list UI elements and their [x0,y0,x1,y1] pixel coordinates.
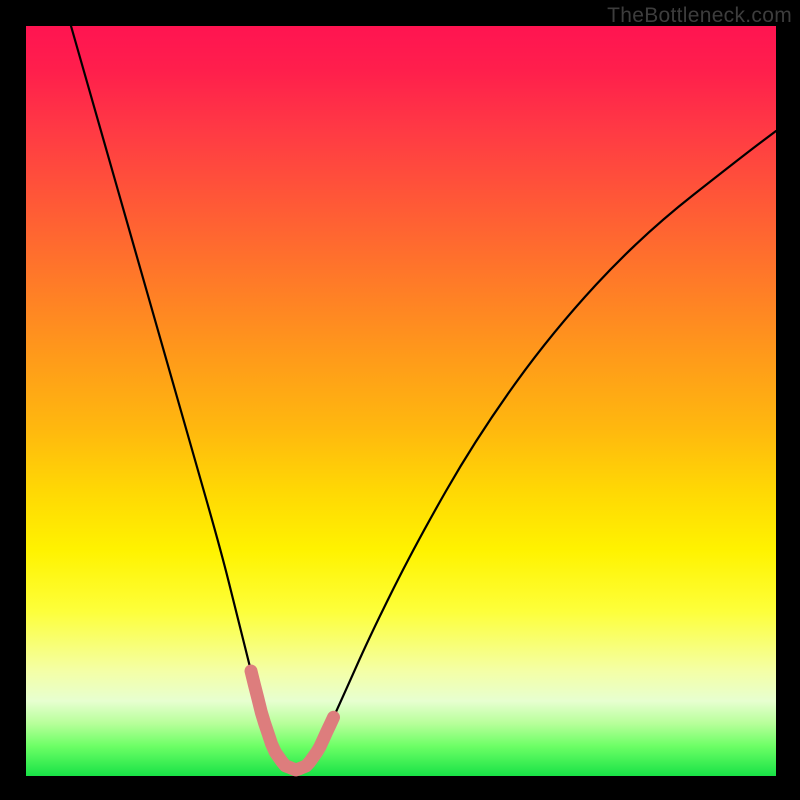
outer-black-frame: TheBottleneck.com [0,0,800,800]
bottleneck-curve [71,26,776,769]
watermark-text: TheBottleneck.com [607,4,792,28]
curve-layer [26,26,776,776]
gradient-plot-area [26,26,776,776]
highlight-stroke [251,671,334,770]
